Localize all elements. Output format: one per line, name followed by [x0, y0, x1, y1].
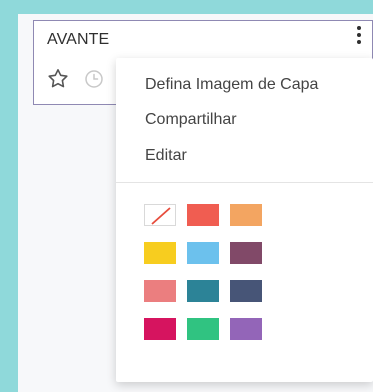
color-swatch-none[interactable]: [144, 204, 176, 226]
card-title: AVANTE: [47, 31, 110, 48]
no-color-slash-icon: [151, 207, 171, 225]
card-dropdown-menu: Defina Imagem de Capa Compartilhar Edita…: [116, 58, 373, 382]
color-swatch[interactable]: [144, 280, 176, 302]
color-swatch[interactable]: [230, 318, 262, 340]
color-swatch[interactable]: [230, 280, 262, 302]
menu-item-set-cover-image[interactable]: Defina Imagem de Capa: [145, 76, 318, 94]
color-swatch[interactable]: [144, 242, 176, 264]
menu-item-share[interactable]: Compartilhar: [145, 111, 237, 129]
kebab-dot: [357, 26, 361, 30]
menu-divider: [116, 182, 373, 183]
clock-icon[interactable]: [83, 68, 105, 90]
kebab-dot: [357, 40, 361, 44]
kebab-dot: [357, 33, 361, 37]
color-swatch[interactable]: [144, 318, 176, 340]
menu-item-edit[interactable]: Editar: [145, 147, 187, 165]
color-swatch[interactable]: [230, 242, 262, 264]
kebab-menu-icon[interactable]: [355, 25, 365, 47]
color-swatch[interactable]: [187, 280, 219, 302]
color-swatch[interactable]: [187, 204, 219, 226]
color-swatch[interactable]: [230, 204, 262, 226]
star-icon[interactable]: [46, 67, 70, 91]
color-swatch[interactable]: [187, 242, 219, 264]
color-swatch[interactable]: [187, 318, 219, 340]
